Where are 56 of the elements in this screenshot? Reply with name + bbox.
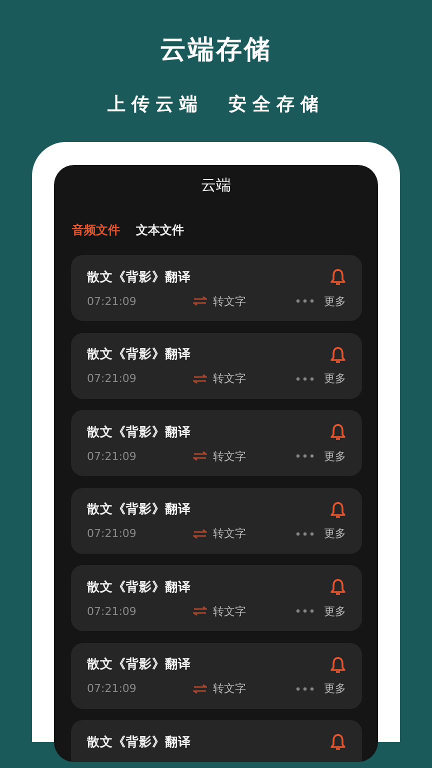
file-duration: 07:21:09 — [87, 372, 138, 385]
more-button[interactable]: 更多 — [324, 448, 346, 464]
file-title: 散文《背影》翻译 — [87, 656, 191, 673]
file-title: 散文《背影》翻译 — [87, 501, 191, 518]
file-duration: 07:21:09 — [87, 682, 138, 695]
convert-button[interactable]: 转文字 — [213, 681, 246, 696]
more-icon — [296, 609, 314, 613]
file-card[interactable]: 散文《背影》翻译 07:21:09 转文字 更多 — [71, 332, 362, 398]
screen-title: 云端 — [200, 175, 232, 195]
swap-icon — [193, 528, 207, 538]
more-icon — [296, 376, 314, 380]
swap-icon — [193, 374, 207, 384]
tab[interactable]: 音频文件 — [72, 221, 120, 239]
file-duration: 07:21:09 — [87, 604, 138, 618]
file-title: 散文《背影》翻译 — [87, 268, 191, 286]
file-card[interactable]: 散文《背影》翻译 07:21:09 转文字 更多 — [71, 255, 362, 321]
swap-icon — [193, 606, 207, 616]
more-button[interactable]: 更多 — [324, 371, 346, 386]
more-icon — [296, 454, 314, 458]
file-card[interactable]: 散文《背影》翻译 07:21:09 转文字 更多 — [71, 488, 362, 554]
bell-icon[interactable] — [330, 500, 346, 518]
bell-icon[interactable] — [330, 268, 346, 286]
file-title: 散文《背影》翻译 — [87, 578, 191, 596]
bell-icon[interactable] — [330, 733, 346, 751]
more-button[interactable]: 更多 — [324, 604, 346, 618]
convert-button[interactable]: 转文字 — [213, 294, 246, 308]
file-duration: 07:21:09 — [87, 450, 138, 462]
more-icon — [296, 532, 314, 536]
file-duration: 07:21:09 — [87, 294, 138, 308]
more-button[interactable]: 更多 — [324, 526, 346, 541]
file-title: 散文《背影》翻译 — [87, 424, 191, 440]
file-title: 散文《背影》翻译 — [87, 346, 191, 363]
file-card[interactable]: 散文《背影》翻译 07:21:09 转文字 更多 — [71, 410, 362, 476]
swap-icon — [193, 451, 207, 461]
bell-icon[interactable] — [330, 423, 346, 441]
file-card[interactable]: 散文《背影》翻译 — [71, 720, 362, 762]
more-button[interactable]: 更多 — [324, 294, 346, 308]
file-card[interactable]: 散文《背影》翻译 07:21:09 转文字 更多 — [71, 642, 362, 708]
swap-icon — [193, 684, 207, 694]
convert-button[interactable]: 转文字 — [213, 526, 246, 541]
file-title: 散文《背影》翻译 — [87, 734, 191, 750]
bell-icon[interactable] — [330, 346, 346, 364]
bell-icon[interactable] — [330, 578, 346, 596]
headline: 云端存储 — [160, 34, 272, 67]
file-duration: 07:21:09 — [87, 527, 138, 540]
convert-button[interactable]: 转文字 — [213, 448, 246, 464]
file-card[interactable]: 散文《背影》翻译 07:21:09 转文字 更多 — [71, 565, 362, 631]
swap-icon — [193, 296, 207, 306]
tab[interactable]: 文本文件 — [136, 221, 184, 239]
convert-button[interactable]: 转文字 — [213, 371, 246, 386]
more-icon — [296, 299, 314, 303]
more-icon — [296, 686, 314, 690]
tagline: 上传云端 安全存储 — [108, 93, 324, 117]
convert-button[interactable]: 转文字 — [213, 604, 246, 618]
more-button[interactable]: 更多 — [324, 681, 346, 696]
bell-icon[interactable] — [330, 656, 346, 674]
